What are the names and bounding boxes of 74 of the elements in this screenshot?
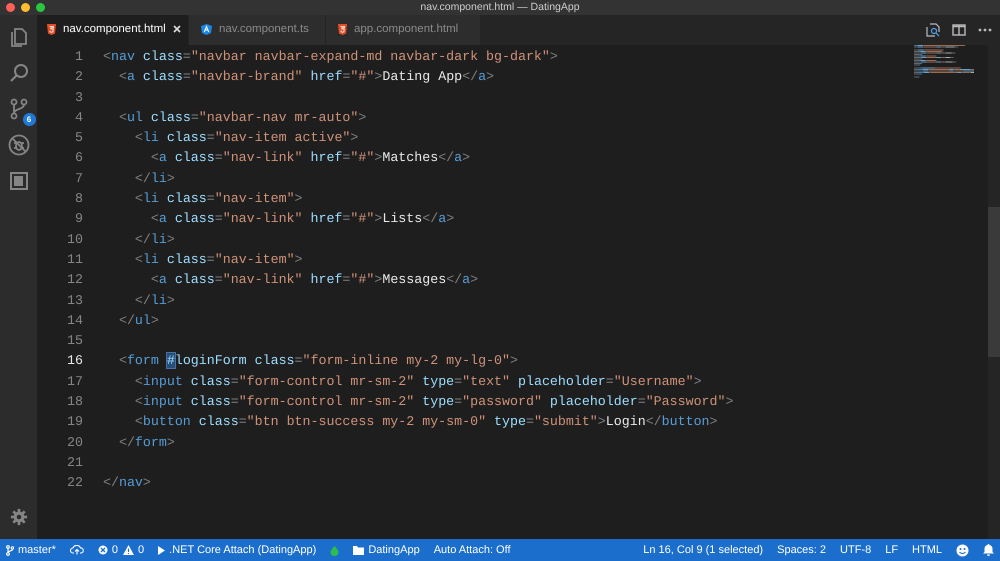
status-item[interactable]: DatingApp (353, 542, 420, 558)
status-item[interactable]: Spaces: 2 (777, 542, 826, 558)
line-number: 3 (74, 88, 84, 107)
code-line: <nav class="navbar navbar-expand-md navbar-dark bg-dark"> (103, 48, 558, 66)
code-line: <button class="btn btn-success my-2 my-sm-0" type="submit">Login</button> (134, 413, 718, 432)
minimap[interactable] (914, 45, 974, 79)
minimize-window-button[interactable] (21, 3, 30, 12)
editor-tab[interactable]: app.component.html (326, 15, 481, 45)
count-badge: 6 (22, 113, 36, 126)
error-icon (98, 545, 108, 555)
debug-icon[interactable] (8, 133, 30, 157)
smiley-icon[interactable] (956, 544, 969, 556)
line-number: 1 (74, 48, 84, 66)
branch-icon (6, 544, 14, 556)
bell-icon[interactable] (983, 544, 994, 556)
code-line: </li> (134, 230, 175, 249)
play-icon (158, 546, 166, 554)
line-number: 8 (74, 190, 84, 208)
maximize-window-button[interactable] (36, 3, 45, 12)
code-line: </ul> (118, 312, 159, 330)
line-number: 20 (66, 434, 84, 452)
files-icon[interactable] (8, 25, 28, 49)
code-line: <li class="nav-item"> (134, 250, 303, 269)
editor-tab[interactable]: nav.component.ts (189, 15, 326, 45)
line-number: 9 (74, 210, 84, 228)
window-title: nav.component.html — DatingApp (420, 0, 580, 15)
status-item[interactable]: 0 (98, 542, 118, 558)
line-number: 12 (66, 271, 84, 290)
extensions-icon[interactable] (8, 169, 28, 193)
code-line: </li> (134, 292, 175, 310)
line-number: 6 (74, 149, 84, 168)
code-line: </nav> (103, 474, 151, 492)
line-number: 11 (66, 250, 84, 269)
line-number: 19 (66, 413, 84, 432)
line-number: 14 (66, 312, 84, 330)
line-number: 21 (66, 454, 84, 472)
scrollbar-thumb[interactable] (988, 207, 1000, 357)
code-line: </li> (134, 170, 175, 188)
code-line: <a class="navbar-brand" href="#">Dating App</a> (118, 68, 494, 86)
line-number: 16 (66, 352, 84, 370)
line-number: 4 (74, 108, 84, 127)
source-control-icon[interactable] (10, 97, 28, 121)
line-number: 22 (66, 474, 84, 492)
code-line: <li class="nav-item active"> (134, 129, 358, 148)
editor-tab[interactable]: nav.component.html (37, 15, 189, 45)
line-number: 10 (66, 230, 84, 249)
status-item[interactable]: HTML (912, 542, 942, 558)
code-line: <input class="form-control mr-sm-2" type="text" placeholder="Username"> (134, 372, 702, 391)
status-item[interactable]: master* (6, 542, 56, 558)
line-number: 17 (66, 372, 84, 391)
code-line: </form> (118, 434, 175, 452)
status-item[interactable]: UTF-8 (840, 542, 872, 558)
status-item[interactable]: Ln 16, Col 9 (1 selected) (643, 542, 764, 558)
line-number: 18 (66, 393, 84, 412)
code-line: <a class="nav-link" href="#">Matches</a> (150, 149, 470, 168)
status-item[interactable]: .NET Core Attach (DatingApp) (158, 542, 316, 558)
cloud-upload-icon[interactable] (70, 545, 84, 555)
status-item[interactable]: Auto Attach: Off (434, 542, 511, 558)
code-line: <ul class="navbar-nav mr-auto"> (118, 108, 366, 127)
warning-icon (123, 545, 134, 555)
line-number: 15 (66, 332, 84, 350)
close-window-button[interactable] (6, 3, 15, 12)
line-number: 13 (66, 292, 84, 310)
code-line: <a class="nav-link" href="#">Messages</a> (150, 271, 478, 290)
line-number: 2 (74, 68, 84, 86)
code-line: <form #loginForm class="form-inline my-2 my-lg-0"> (118, 352, 518, 370)
code-line: <li class="nav-item"> (134, 190, 303, 208)
line-number: 7 (74, 170, 84, 188)
status-item[interactable]: 0 (123, 542, 144, 558)
line-number: 5 (74, 129, 84, 148)
status-item[interactable]: LF (885, 542, 898, 558)
folder-icon (353, 546, 364, 554)
code-line: <input class="form-control mr-sm-2" type="password" placeholder="Password"> (134, 393, 734, 412)
code-line: <a class="nav-link" href="#">Lists</a> (150, 210, 454, 228)
